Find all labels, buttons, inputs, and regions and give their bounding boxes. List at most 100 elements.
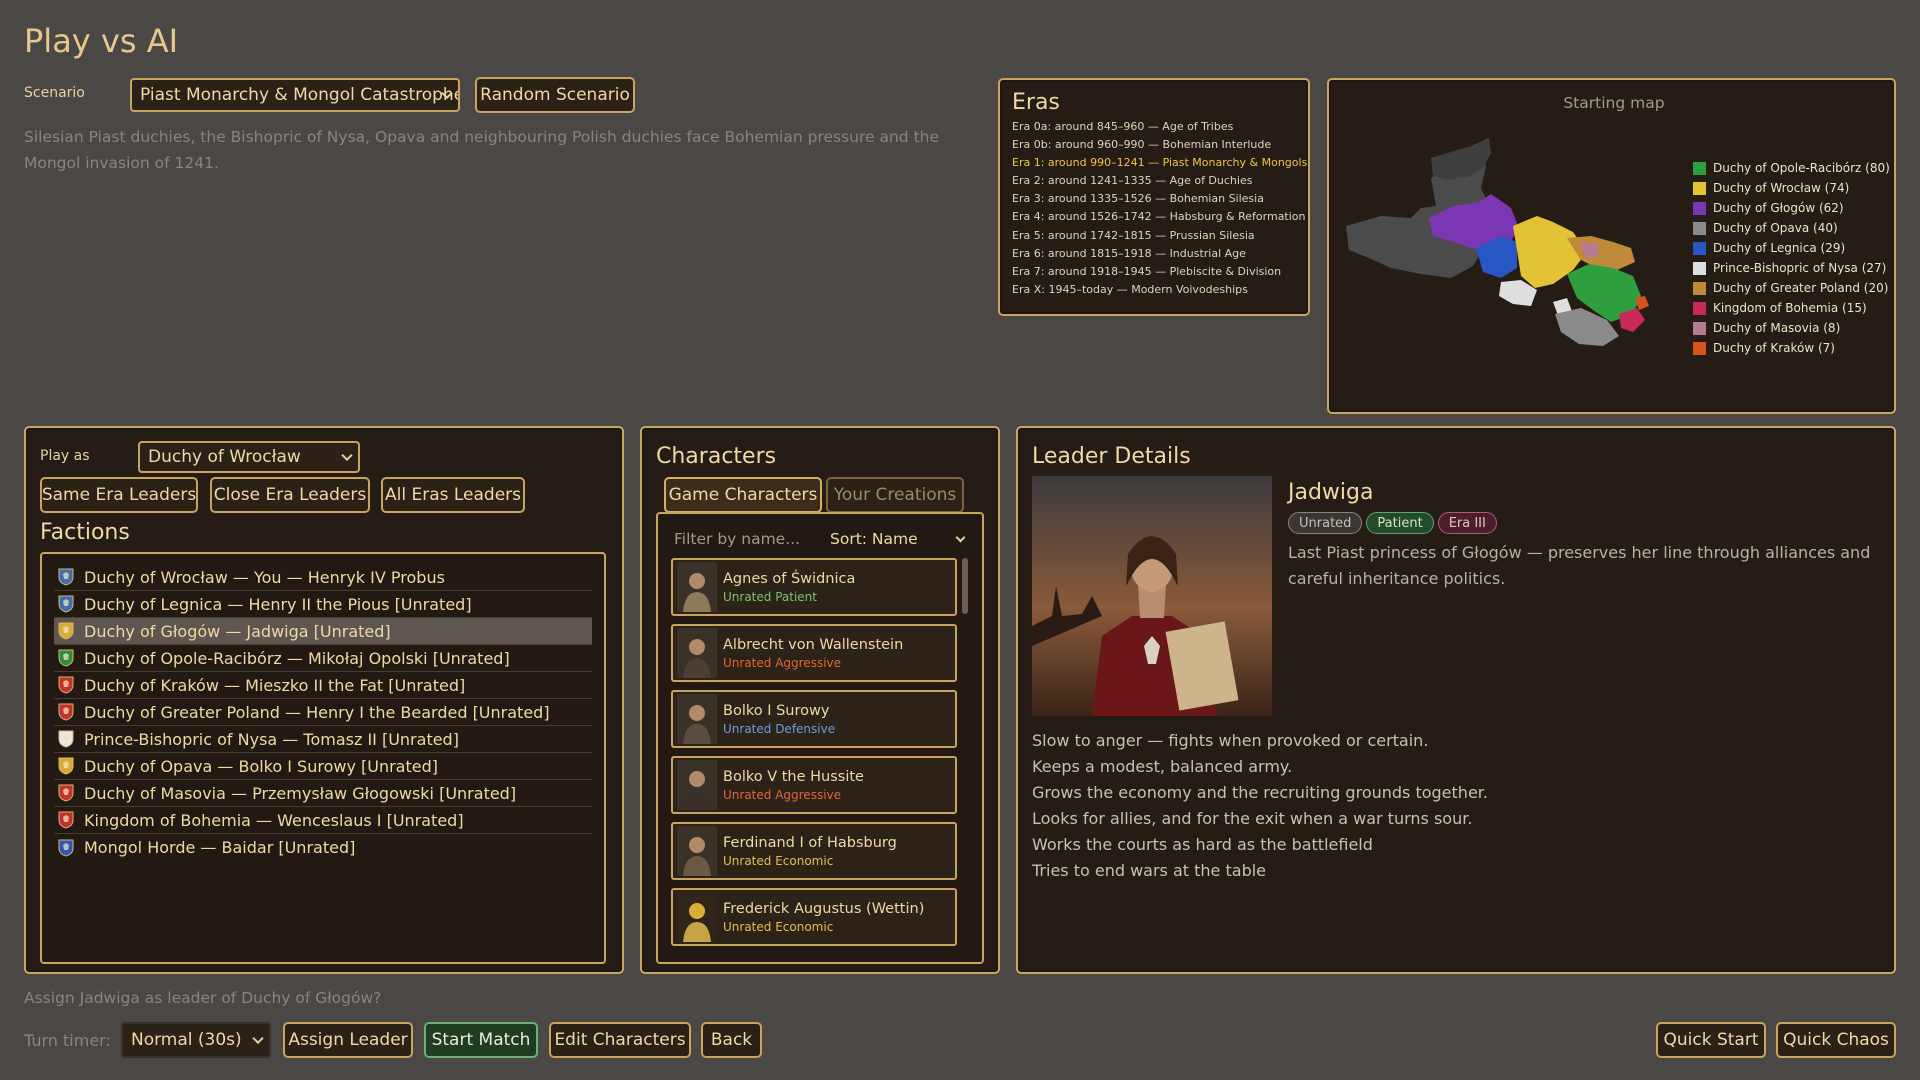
shield-icon [58,622,74,640]
characters-scrollbar[interactable] [962,558,968,614]
character-name: Ferdinand I of Habsburg [723,834,897,851]
assign-leader-button[interactable]: Assign Leader [283,1022,413,1058]
back-button[interactable]: Back [701,1022,762,1058]
badge-rating: Unrated [1288,512,1363,534]
sort-select[interactable]: Sort: Name [830,530,970,548]
sort-select-value: Sort: Name [830,530,918,548]
factions-title: Factions [40,520,130,545]
eras-panel: Eras Era 0a: around 845–960 — Age of Tri… [998,78,1310,316]
factions-list: Duchy of Wrocław — You — Henryk IV Probu… [40,552,606,964]
tab-your-creations[interactable]: Your Creations [826,477,964,513]
era-item[interactable]: Era 2: around 1241–1335 — Age of Duchies [1012,172,1296,190]
badge-era: Era III [1437,512,1497,534]
character-rating: Unrated Economic [723,853,834,868]
faction-label: Mongol Horde — Baidar [Unrated] [84,838,356,857]
era-item[interactable]: Era 5: around 1742–1815 — Prussian Siles… [1012,227,1296,245]
era-item[interactable]: Era 7: around 1918–1945 — Plebiscite & D… [1012,263,1296,281]
play-as-select[interactable]: Duchy of Wrocław [138,441,360,473]
faction-label: Duchy of Opole-Racibórz — Mikołaj Opolsk… [84,648,510,668]
start-match-button[interactable]: Start Match [424,1022,538,1058]
turn-timer-label: Turn timer: [24,1031,111,1050]
faction-label: Prince-Bishopric of Nysa — Tomasz II [Un… [84,729,459,749]
map-graphic [1346,138,1649,346]
character-text: Bolko V the Hussite Unrated Aggressive [723,769,864,802]
legend-item: Duchy of Masovia (8) [1693,318,1890,338]
character-portrait [677,562,717,612]
edit-characters-button[interactable]: Edit Characters [549,1022,691,1058]
chevron-down-icon [341,449,353,462]
legend-label: Duchy of Greater Poland (20) [1713,281,1889,295]
character-name: Bolko I Surowy [723,702,830,719]
era-item[interactable]: Era 3: around 1335–1526 — Bohemian Siles… [1012,190,1296,208]
faction-label: Kingdom of Bohemia — Wenceslaus I [Unrat… [84,810,464,830]
faction-row[interactable]: Duchy of Głogów — Jadwiga [Unrated] [54,618,592,645]
leader-name: Jadwiga [1288,480,1374,505]
quick-start-button[interactable]: Quick Start [1656,1022,1766,1058]
legend-label: Duchy of Opole-Racibórz (80) [1713,161,1890,175]
faction-row[interactable]: Kingdom of Bohemia — Wenceslaus I [Unrat… [54,807,592,834]
scenario-select[interactable]: Piast Monarchy & Mongol Catastrophe [130,78,460,112]
shield-icon [58,595,74,613]
character-text: Ferdinand I of Habsburg Unrated Economic [723,835,897,868]
faction-row[interactable]: Duchy of Legnica — Henry II the Pious [U… [54,591,592,618]
quick-chaos-button[interactable]: Quick Chaos [1776,1022,1896,1058]
tab-game-characters[interactable]: Game Characters [664,477,822,513]
legend-swatch [1693,301,1706,315]
character-name: Agnes of Świdnica [723,570,856,587]
play-as-select-value: Duchy of Wrocław [148,447,301,467]
faction-row[interactable]: Duchy of Wrocław — You — Henryk IV Probu… [54,564,592,591]
faction-row[interactable]: Duchy of Greater Poland — Henry I the Be… [54,699,592,726]
character-text: Frederick Augustus (Wettin) Unrated Econo… [723,901,924,934]
character-portrait [677,694,717,744]
leader-bio: Last Piast princess of Głogów — preserve… [1288,540,1870,592]
era-item[interactable]: Era 1: around 990–1241 — Piast Monarchy … [1012,154,1307,172]
faction-label: Duchy of Greater Poland — Henry I the Be… [84,702,550,722]
character-rating: Unrated Economic [723,919,834,934]
leader-details-panel: Leader Details Jadwiga Unrated Patient E… [1016,426,1896,974]
character-card[interactable]: Frederick Augustus (Wettin) Unrated Econo… [671,888,957,946]
all-eras-leaders-button[interactable]: All Eras Leaders [381,477,525,513]
character-portrait [677,892,717,942]
legend-swatch [1693,321,1706,335]
shield-icon [58,676,74,694]
badge-personality: Patient [1366,512,1434,534]
scenario-label: Scenario [24,85,85,101]
leader-trait: Tries to end wars at the table [1032,861,1267,880]
confirm-prompt: Assign Jadwiga as leader of Duchy of Gło… [24,989,382,1007]
faction-row[interactable]: Duchy of Opole-Racibórz — Mikołaj Opolsk… [54,645,592,672]
legend-swatch [1693,341,1706,355]
shield-icon [58,811,74,829]
character-card[interactable]: Bolko I Surowy Unrated Defensive [671,690,957,748]
character-text: Albrecht von Wallenstein Unrated Aggressi… [723,637,903,670]
era-item[interactable]: Era 4: around 1526–1742 — Habsburg & Ref… [1012,208,1306,226]
faction-row[interactable]: Mongol Horde — Baidar [Unrated] [54,834,592,861]
same-era-leaders-button[interactable]: Same Era Leaders [40,477,198,513]
character-text: Bolko I Surowy Unrated Defensive [723,703,835,736]
legend-item: Duchy of Głogów (62) [1693,198,1890,218]
close-era-leaders-button[interactable]: Close Era Leaders [210,477,370,513]
turn-timer-select[interactable]: Normal (30s) [121,1022,271,1058]
era-item[interactable]: Era 0a: around 845–960 — Age of Tribes [1012,118,1296,136]
era-item[interactable]: Era 0b: around 960–990 — Bohemian Interl… [1012,136,1296,154]
legend-item: Duchy of Wrocław (74) [1693,178,1890,198]
scenario-description: Silesian Piast duchies, the Bishopric of… [24,124,984,176]
faction-row[interactable]: Duchy of Kraków — Mieszko II the Fat [Un… [54,672,592,699]
leader-trait: Keeps a modest, balanced army. [1032,757,1293,776]
character-card[interactable]: Albrecht von Wallenstein Unrated Aggressi… [671,624,957,682]
character-rating: Unrated Defensive [723,721,836,736]
filter-input[interactable]: Filter by name... [674,530,800,548]
faction-row[interactable]: Prince-Bishopric of Nysa — Tomasz II [Un… [54,726,592,753]
character-rating: Unrated Aggressive [723,655,842,670]
legend-label: Duchy of Kraków (7) [1713,341,1835,355]
era-item[interactable]: Era 6: around 1815–1918 — Industrial Age [1012,245,1296,263]
faction-row[interactable]: Duchy of Opava — Bolko I Surowy [Unrated… [54,753,592,780]
leader-trait: Slow to anger — fights when provoked or … [1032,731,1429,750]
shield-icon [58,784,74,802]
character-card[interactable]: Ferdinand I of Habsburg Unrated Economic [671,822,957,880]
era-item[interactable]: Era X: 1945–today — Modern Voivodeships [1012,281,1296,299]
character-card[interactable]: Bolko V the Hussite Unrated Aggressive [671,756,957,814]
character-card[interactable]: Agnes of Świdnica Unrated Patient [671,558,957,616]
faction-row[interactable]: Duchy of Masovia — Przemysław Głogowski … [54,780,592,807]
characters-title: Characters [656,444,777,469]
random-scenario-button[interactable]: Random Scenario [475,77,635,113]
